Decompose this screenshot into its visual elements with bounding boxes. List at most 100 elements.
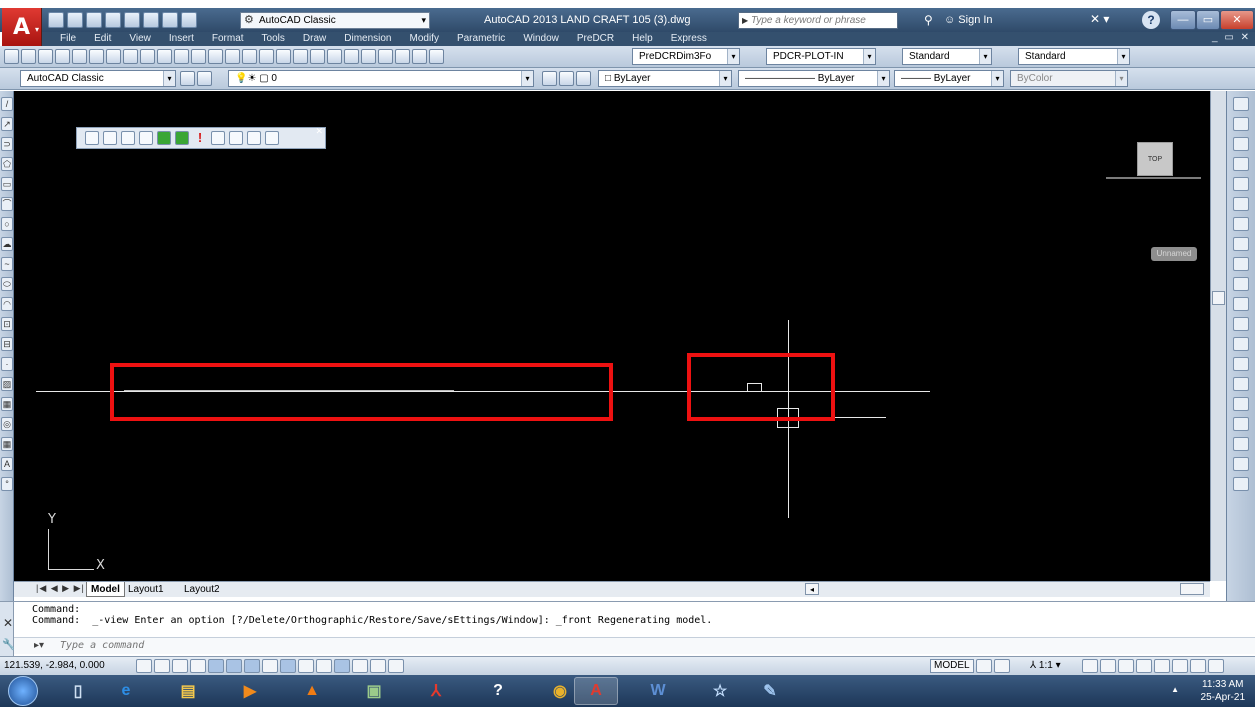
isolate-objects-icon[interactable] [1172,659,1188,673]
offset-icon[interactable] [1233,157,1249,171]
publish-icon[interactable] [124,12,140,28]
text-style-icon[interactable] [429,49,444,64]
send-back-icon[interactable] [1233,477,1249,491]
open-icon[interactable] [21,49,36,64]
lock-icon[interactable] [1136,659,1152,673]
polyline-icon[interactable]: ⊃ [1,137,13,151]
layer-properties-icon[interactable] [197,71,212,86]
sign-in-button[interactable]: ☺ Sign In [944,14,993,26]
menu-express[interactable]: Express [662,32,716,46]
move-icon[interactable] [1233,197,1249,211]
paint-app-icon[interactable]: ✎ [748,677,792,705]
media-player-icon[interactable]: ▶ [228,677,272,705]
zoom-window-icon[interactable] [276,49,291,64]
add-selected-icon[interactable]: ° [1,477,13,491]
menu-edit[interactable]: Edit [85,32,120,46]
extend-icon[interactable] [1233,297,1249,311]
ortho-mode-icon[interactable] [190,659,206,673]
info-icon[interactable] [247,131,261,145]
copy-icon[interactable] [140,49,155,64]
zoom-previous-icon[interactable] [293,49,308,64]
undo-icon[interactable] [208,49,223,64]
tab-layout2[interactable]: Layout2 [180,582,224,597]
vlc-icon[interactable]: ▲ [290,677,334,705]
menu-predcr[interactable]: PreDCR [568,32,623,46]
star-app-icon[interactable]: ☆ [698,677,742,705]
ucs-menu[interactable]: Unnamed [1151,247,1197,261]
selection-cycling-icon[interactable] [370,659,386,673]
save-icon[interactable] [86,12,102,28]
linetype-select[interactable]: ——————— ByLayer ▾ [738,70,890,87]
match-properties-icon[interactable] [174,49,189,64]
menu-tools[interactable]: Tools [253,32,294,46]
plot-preview-icon[interactable] [72,49,87,64]
multiline-text-icon[interactable]: A [1,457,13,471]
break-icon[interactable] [1233,317,1249,331]
annotation-scale[interactable]: ⅄ 1:1 ▾ [1030,660,1061,671]
make-current-icon[interactable] [542,71,557,86]
help-support-icon[interactable]: ? [476,677,520,705]
pan-icon[interactable] [242,49,257,64]
application-menu-button[interactable]: A ▾ [2,8,42,46]
network-app-icon[interactable]: ▣ [352,677,396,705]
quick-view-layouts-icon[interactable] [976,659,992,673]
plot-icon[interactable] [143,12,159,28]
horizontal-scroll-thumb[interactable]: ◂ [805,583,819,595]
viewcube-compass[interactable] [1106,177,1201,179]
trim-icon[interactable] [1233,277,1249,291]
clean-screen-icon[interactable] [1208,659,1224,673]
sheet-set-icon[interactable] [361,49,376,64]
color-select[interactable]: □ ByLayer ▾ [598,70,732,87]
report-icon[interactable] [211,131,225,145]
tablestyle-select[interactable]: Standard ▾ [1018,48,1130,65]
show-hidden-icons[interactable]: ▲ [1171,685,1179,694]
menu-window[interactable]: Window [514,32,568,46]
about-icon[interactable] [265,131,279,145]
point-icon[interactable]: · [1,357,13,371]
polar-tracking-icon[interactable] [208,659,224,673]
open-icon[interactable] [67,12,83,28]
3d-object-snap-icon[interactable] [244,659,260,673]
minimize-button[interactable]: — [1170,10,1196,30]
viewcube[interactable]: TOP [1137,142,1173,176]
ellipse-arc-icon[interactable]: ◠ [1,297,13,311]
exchange-icon[interactable]: ✕ ▾ [1090,12,1109,26]
help-icon[interactable] [412,49,427,64]
chamfer-icon[interactable] [1233,357,1249,371]
infer-constraints-icon[interactable] [136,659,152,673]
revision-cloud-icon[interactable]: ☁ [1,237,13,251]
tab-model[interactable]: Model [86,582,125,597]
rectangle-icon[interactable]: ▭ [1,177,13,191]
quickcalc-icon[interactable] [395,49,410,64]
layer-tool-icon[interactable] [103,131,117,145]
explode-icon[interactable] [1233,417,1249,431]
internet-explorer-icon[interactable]: e [104,677,148,705]
check-scrutiny-icon[interactable] [175,131,189,145]
construction-line-icon[interactable]: ↗ [1,117,13,131]
dimstyle-select[interactable]: PreDCRDim3Fo ▾ [632,48,740,65]
line-icon[interactable]: / [1,97,13,111]
menu-help[interactable]: Help [623,32,662,46]
menu-view[interactable]: View [120,32,160,46]
markup-icon[interactable] [378,49,393,64]
properties-icon[interactable] [310,49,325,64]
menu-dimension[interactable]: Dimension [335,32,400,46]
close-icon[interactable]: ✕ [315,126,323,137]
save-icon[interactable] [38,49,53,64]
quick-properties-icon[interactable] [352,659,368,673]
annotation-monitor-icon[interactable] [388,659,404,673]
menu-parametric[interactable]: Parametric [448,32,514,46]
workspace-settings-icon[interactable] [180,71,195,86]
binoculars-icon[interactable]: ⚲ [924,13,933,27]
plotstyle-select[interactable]: PDCR-PLOT-IN ▾ [766,48,876,65]
qnew-icon[interactable] [4,49,19,64]
grid-display-icon[interactable] [172,659,188,673]
vertical-scrollbar[interactable] [1210,91,1226,581]
drawing-canvas[interactable]: ! ✕ TOP Unnamed Y X [14,91,1210,581]
layer-select[interactable]: 💡☀ ▢ 0 ▾ [228,70,534,87]
cut-icon[interactable] [123,49,138,64]
command-window-handle[interactable]: ✕ 🔧 [0,602,16,656]
annotation-visibility-icon[interactable] [1082,659,1098,673]
block-tool-icon[interactable] [139,131,153,145]
tab-layout1[interactable]: Layout1 [124,582,168,597]
